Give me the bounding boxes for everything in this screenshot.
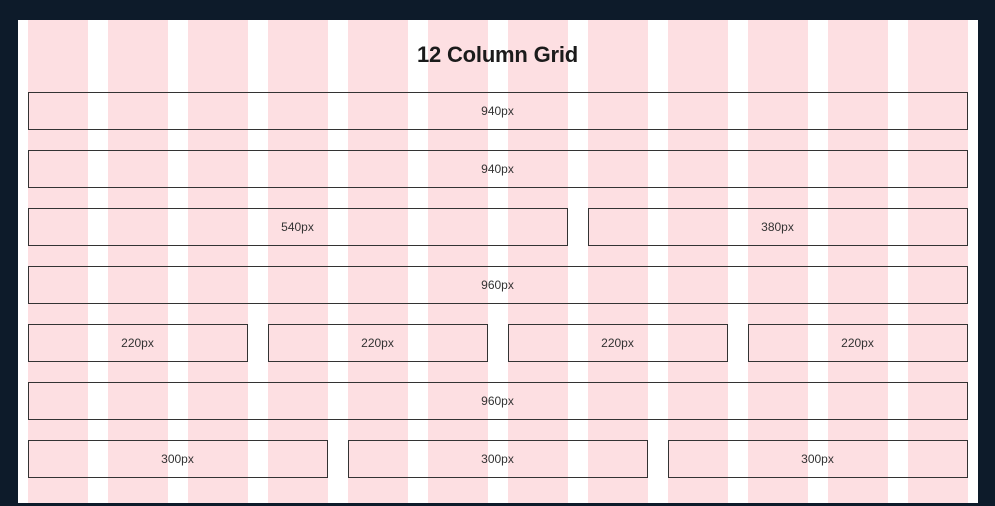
grid-content: 12 Column Grid 940px 940px 540px 380px 9…: [18, 20, 978, 478]
box-label: 220px: [121, 336, 154, 350]
box-label: 380px: [761, 220, 794, 234]
box-label: 960px: [481, 278, 514, 292]
box-label: 220px: [841, 336, 874, 350]
grid-box-540: 540px: [28, 208, 568, 246]
grid-box-940: 940px: [28, 150, 968, 188]
grid-row: 300px 300px 300px: [28, 440, 968, 478]
grid-box-220: 220px: [268, 324, 488, 362]
grid-row: 940px: [28, 150, 968, 188]
box-label: 300px: [801, 452, 834, 466]
grid-row: 960px: [28, 382, 968, 420]
grid-box-300: 300px: [668, 440, 968, 478]
grid-box-220: 220px: [28, 324, 248, 362]
box-label: 300px: [481, 452, 514, 466]
box-label: 220px: [601, 336, 634, 350]
grid-row: 940px: [28, 92, 968, 130]
grid-box-220: 220px: [748, 324, 968, 362]
grid-row: 540px 380px: [28, 208, 968, 246]
grid-box-300: 300px: [348, 440, 648, 478]
box-label: 300px: [161, 452, 194, 466]
box-label: 540px: [281, 220, 314, 234]
grid-box-300: 300px: [28, 440, 328, 478]
grid-box-960: 960px: [28, 382, 968, 420]
grid-row: 960px: [28, 266, 968, 304]
box-label: 940px: [481, 162, 514, 176]
grid-box-380: 380px: [588, 208, 968, 246]
grid-box-960: 960px: [28, 266, 968, 304]
grid-box-940: 940px: [28, 92, 968, 130]
grid-row: 220px 220px 220px 220px: [28, 324, 968, 362]
page-title: 12 Column Grid: [417, 42, 578, 68]
box-label: 220px: [361, 336, 394, 350]
box-label: 940px: [481, 104, 514, 118]
grid-box-220: 220px: [508, 324, 728, 362]
grid-stage: 12 Column Grid 940px 940px 540px 380px 9…: [18, 20, 978, 503]
box-label: 960px: [481, 394, 514, 408]
